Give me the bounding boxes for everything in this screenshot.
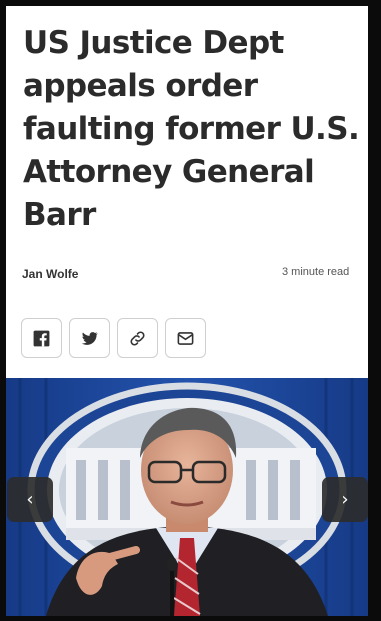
twitter-icon <box>81 331 99 345</box>
chevron-left-icon: ‹ <box>26 489 34 510</box>
share-bar <box>21 318 206 358</box>
author-link[interactable]: Jan Wolfe <box>22 267 78 281</box>
gallery-next-button[interactable]: › <box>322 477 368 522</box>
article-header: US Justice Dept appeals order faulting f… <box>6 6 368 378</box>
gallery-prev-button[interactable]: ‹ <box>7 477 53 522</box>
article-headline: US Justice Dept appeals order faulting f… <box>23 25 360 233</box>
share-email-button[interactable] <box>165 318 206 358</box>
read-time: 3 minute read <box>282 266 350 278</box>
photo-illustration <box>6 378 368 616</box>
screen-frame: US Justice Dept appeals order faulting f… <box>0 0 381 621</box>
email-icon <box>177 331 194 345</box>
article-photo <box>6 378 368 616</box>
share-twitter-button[interactable] <box>69 318 110 358</box>
share-facebook-button[interactable] <box>21 318 62 358</box>
share-link-button[interactable] <box>117 318 158 358</box>
link-icon <box>130 330 145 346</box>
chevron-right-icon: › <box>341 489 349 510</box>
facebook-icon <box>33 330 50 346</box>
